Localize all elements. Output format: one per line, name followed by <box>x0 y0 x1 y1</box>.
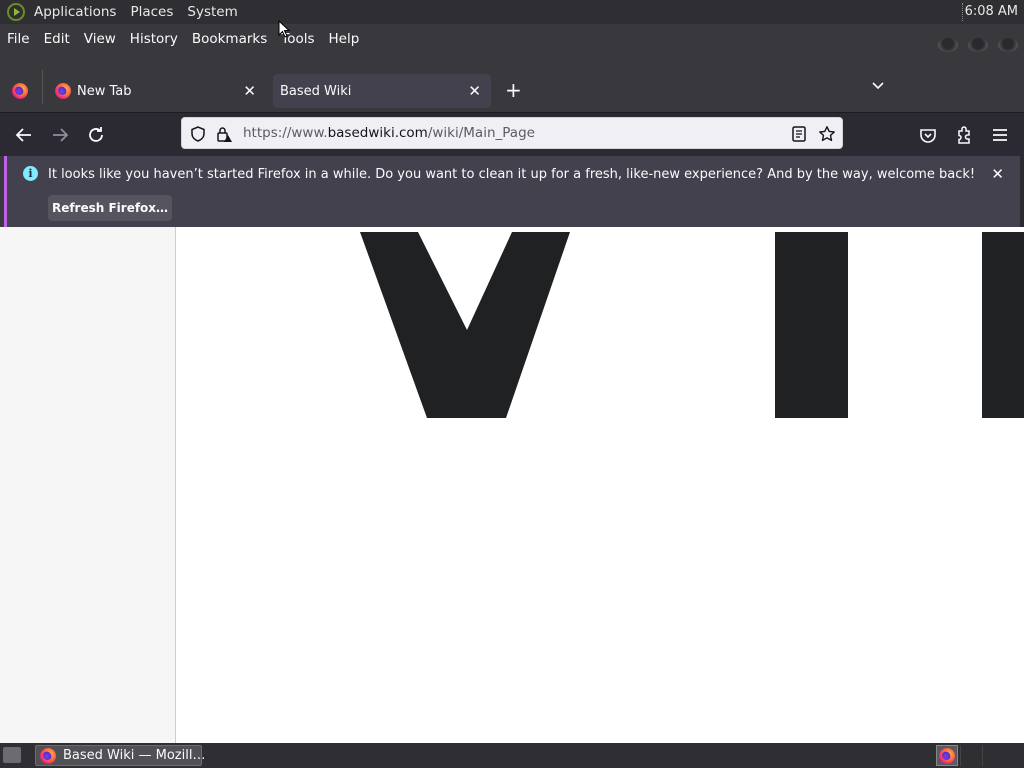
firefox-taskbar-icon <box>40 748 56 764</box>
menu-view[interactable]: View <box>77 31 123 47</box>
tracking-shield-icon[interactable] <box>189 125 207 143</box>
wiki-sidebar <box>0 227 176 743</box>
url-text[interactable]: https://www.basedwiki.com/wiki/Main_Page <box>243 125 535 141</box>
pocket-icon[interactable] <box>916 123 940 147</box>
tab-label: Based Wiki <box>280 83 352 99</box>
firefox-favicon-icon <box>55 83 71 99</box>
menu-bookmarks[interactable]: Bookmarks <box>185 31 274 47</box>
bookmark-star-icon[interactable] <box>818 125 836 143</box>
wiki-logo-letter-partial <box>982 232 1024 418</box>
close-notification-icon[interactable]: ✕ <box>991 165 1004 183</box>
workspace-2[interactable] <box>960 745 982 766</box>
wiki-logo-letter-i <box>775 232 848 418</box>
minimize-button[interactable] <box>938 38 958 52</box>
taskbar-window-label: Based Wiki — Mozill… <box>63 748 206 763</box>
reload-icon[interactable] <box>84 123 108 147</box>
back-arrow-icon[interactable] <box>12 123 36 147</box>
refresh-firefox-notification: i It looks like you haven’t started Fire… <box>4 156 1020 227</box>
workspace-1[interactable] <box>936 745 958 766</box>
lock-warning-icon[interactable] <box>215 125 233 143</box>
maximize-button[interactable] <box>968 38 988 52</box>
mouse-cursor-icon <box>278 20 290 38</box>
tab-label: New Tab <box>77 83 132 99</box>
tab-new-tab[interactable]: New Tab ✕ <box>46 74 266 108</box>
tab-based-wiki[interactable]: Based Wiki ✕ <box>273 74 491 108</box>
list-all-tabs-icon[interactable] <box>872 80 884 92</box>
menu-file[interactable]: File <box>0 31 37 47</box>
close-tab-icon[interactable]: ✕ <box>468 82 481 100</box>
distro-logo-icon[interactable] <box>7 3 25 21</box>
firefox-view-icon[interactable] <box>12 83 28 99</box>
hamburger-menu-icon[interactable] <box>988 123 1012 147</box>
show-desktop-icon[interactable] <box>3 747 21 763</box>
panel-menu-places[interactable]: Places <box>130 4 173 20</box>
firefox-workspace-icon <box>939 748 955 764</box>
taskbar-window-button[interactable]: Based Wiki — Mozill… <box>35 745 206 766</box>
desktop-taskbar: Based Wiki — Mozill… <box>0 743 1024 768</box>
close-window-button[interactable] <box>998 38 1018 52</box>
info-icon: i <box>23 166 38 181</box>
new-tab-button[interactable]: + <box>505 78 522 102</box>
panel-clock[interactable]: 6:08 AM <box>965 4 1018 19</box>
forward-arrow-icon[interactable] <box>48 123 72 147</box>
refresh-firefox-button[interactable]: Refresh Firefox… <box>48 195 172 221</box>
notification-edge <box>1020 156 1024 227</box>
menu-history[interactable]: History <box>123 31 185 47</box>
browser-menubar: File Edit View History Bookmarks Tools H… <box>0 24 1024 62</box>
menu-help[interactable]: Help <box>322 31 367 47</box>
wiki-logo-letter-v <box>360 232 570 418</box>
menu-edit[interactable]: Edit <box>37 31 77 47</box>
page-content <box>0 227 1024 743</box>
tab-bar: New Tab ✕ Based Wiki ✕ + <box>0 62 1024 112</box>
extensions-icon[interactable] <box>952 123 976 147</box>
window-controls <box>938 38 1018 52</box>
navigation-toolbar: https://www.basedwiki.com/wiki/Main_Page <box>0 112 1024 156</box>
desktop-top-panel: Applications Places System 6:08 AM <box>0 0 1024 24</box>
reader-view-icon[interactable] <box>790 125 808 143</box>
workspace-3[interactable] <box>982 745 1004 766</box>
panel-menu-applications[interactable]: Applications <box>34 4 116 20</box>
notification-message: It looks like you haven’t started Firefo… <box>48 167 976 182</box>
panel-menu-system[interactable]: System <box>187 4 237 20</box>
close-tab-icon[interactable]: ✕ <box>243 82 256 100</box>
url-bar[interactable]: https://www.basedwiki.com/wiki/Main_Page <box>181 117 843 149</box>
tab-divider <box>42 70 43 104</box>
